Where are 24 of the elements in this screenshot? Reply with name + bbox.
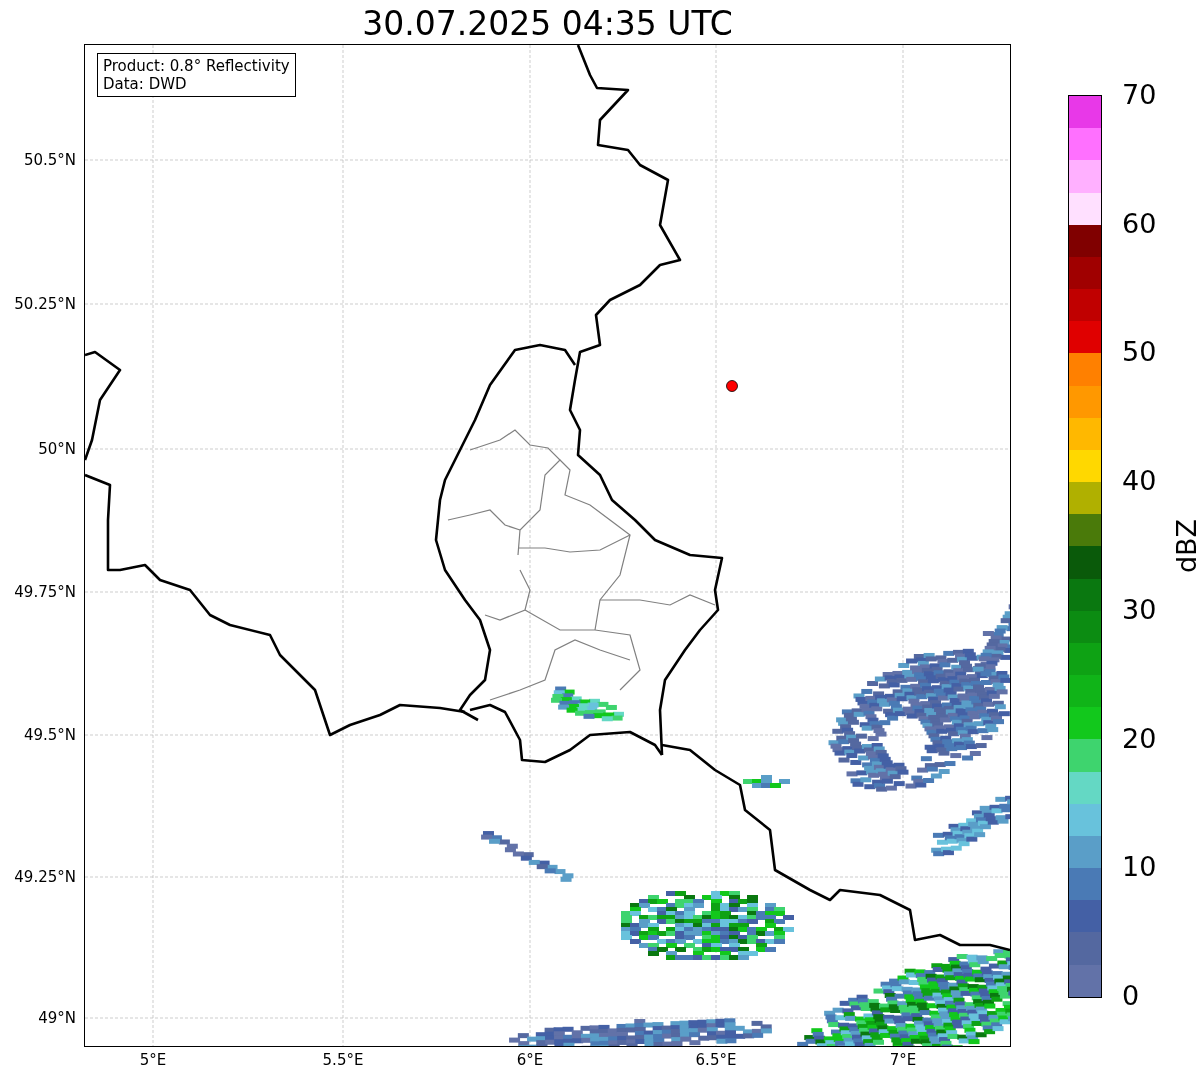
longitude-label: 5°E: [138, 1051, 168, 1069]
colorbar-tick-label: 40: [1122, 465, 1157, 498]
colorbar-tick-label: 0: [1122, 980, 1140, 1012]
latitude-label: 49°N: [38, 1009, 76, 1027]
latitude-label: 50.25°N: [14, 295, 76, 313]
legend-text: Product: 0.8° Reflectivity: [103, 57, 290, 75]
colorbar-tick-label: 20: [1122, 722, 1157, 755]
latitude-label: 49.25°N: [14, 868, 76, 886]
colorbar-label: dBZ: [1171, 518, 1202, 574]
longitude-label: 6°E: [515, 1051, 545, 1069]
longitude-label: 7°E: [888, 1051, 918, 1069]
latitude-label: 49.5°N: [23, 726, 76, 744]
colorbar-tick-label: 60: [1122, 207, 1157, 240]
colorbar-tick-label: 30: [1122, 593, 1157, 626]
latitude-label: 50°N: [38, 440, 76, 458]
longitude-label: 6.5°E: [694, 1051, 738, 1069]
legend-text: Data: DWD: [103, 75, 188, 93]
longitude-label: 5.5°E: [321, 1051, 365, 1069]
colorbar-tick-label: 70: [1122, 79, 1157, 111]
colorbar-tick-label: 50: [1122, 336, 1157, 369]
colorbar-tick-label: 10: [1122, 851, 1157, 884]
latitude-label: 50.5°N: [23, 151, 76, 169]
plot-title: 30.07.2025 04:35 UTC: [361, 4, 734, 44]
latitude-label: 49.75°N: [14, 583, 76, 601]
